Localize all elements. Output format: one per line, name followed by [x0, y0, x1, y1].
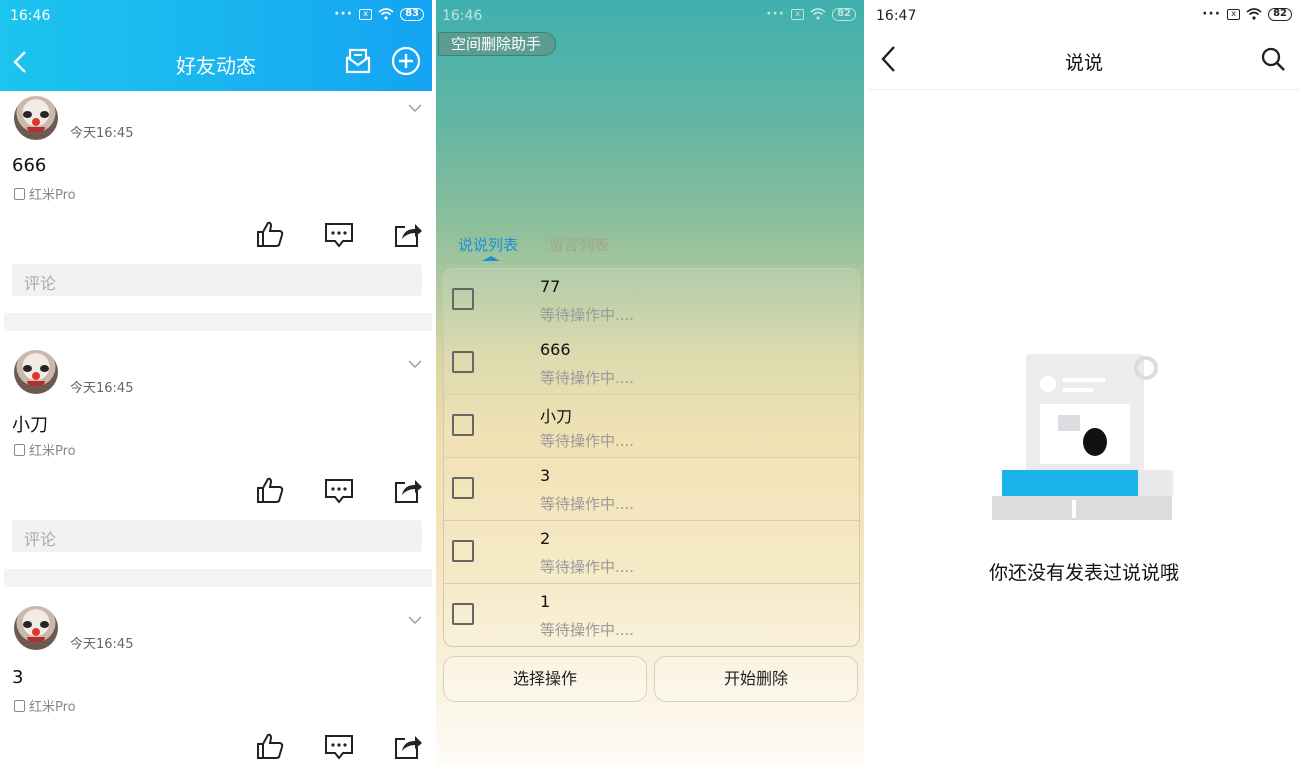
share-icon[interactable] [393, 219, 423, 249]
row-checkbox[interactable] [452, 540, 474, 562]
like-thumb-icon[interactable] [255, 731, 285, 761]
more-dots-icon: ··· [766, 6, 786, 22]
post-text: 3 [12, 667, 24, 688]
more-dots-icon: ··· [334, 6, 354, 22]
wifi-icon [1246, 8, 1262, 20]
item-name: 77 [540, 277, 561, 296]
battery-indicator: 83 [400, 7, 424, 21]
post-device: 红米Pro [14, 184, 76, 203]
list-item[interactable]: 666 等待操作中.... [444, 332, 859, 395]
empty-state-text: 你还没有发表过说说哦 [988, 562, 1179, 584]
app-name-tag: 空间删除助手 [438, 32, 557, 56]
list-item[interactable]: 2 等待操作中.... [444, 521, 859, 584]
sim-icon: x [791, 8, 805, 20]
item-name: 666 [540, 340, 571, 359]
post-text: 666 [12, 155, 47, 176]
item-status: 等待操作中.... [540, 369, 635, 387]
comment-input[interactable]: 评论 [12, 520, 422, 552]
avatar[interactable] [14, 350, 58, 394]
item-name: 1 [540, 592, 551, 611]
battery-indicator: 82 [832, 7, 856, 21]
item-status: 等待操作中.... [540, 306, 635, 324]
chevron-down-icon[interactable] [408, 357, 422, 371]
screenshot-root: 16:46 ··· x 83 好友动态 今天16:45 666 红米Pro 评论… [0, 0, 1300, 766]
comment-bubble-icon[interactable] [324, 219, 354, 249]
post-time: 今天16:45 [70, 637, 134, 652]
row-checkbox[interactable] [452, 603, 474, 625]
item-name: 2 [540, 529, 551, 548]
item-status: 等待操作中.... [540, 495, 635, 513]
status-bar: 16:46 ··· x 83 [0, 0, 432, 30]
tab-message-list[interactable]: 留言列表 [549, 234, 609, 255]
device-label: 红米Pro [29, 700, 76, 715]
status-time: 16:46 [442, 8, 483, 24]
post-time: 今天16:45 [70, 381, 134, 396]
item-status: 等待操作中.... [540, 558, 635, 576]
row-checkbox[interactable] [452, 477, 474, 499]
search-icon[interactable] [1260, 46, 1286, 72]
item-status: 等待操作中.... [540, 432, 635, 450]
post-time: 今天16:45 [70, 126, 134, 141]
post-device: 红米Pro [14, 440, 76, 459]
phone-icon [14, 187, 25, 200]
like-thumb-icon[interactable] [255, 475, 285, 505]
like-thumb-icon[interactable] [255, 219, 285, 249]
avatar[interactable] [14, 96, 58, 140]
list-item[interactable]: 小刀 等待操作中.... [444, 395, 859, 458]
comment-bubble-icon[interactable] [324, 475, 354, 505]
item-status: 等待操作中.... [540, 621, 635, 639]
wifi-icon [378, 8, 394, 20]
page-title: 说说 [1064, 52, 1103, 74]
sim-icon: x [359, 8, 373, 20]
status-bar: 16:47 ··· x 82 [868, 0, 1300, 30]
shuoshuo-screen: 16:47 ··· x 82 说说 你还没有发表过说说哦 [868, 0, 1300, 766]
feed-post: 今天16:45 666 红米Pro 评论 [0, 91, 432, 316]
item-name: 小刀 [540, 407, 573, 426]
feed-header: 16:46 ··· x 83 好友动态 [0, 0, 432, 91]
row-checkbox[interactable] [452, 351, 474, 373]
status-bar: 16:46 ··· x 82 [436, 0, 864, 30]
tab-shuoshuo-list[interactable]: 说说列表 [458, 234, 518, 255]
list-item[interactable]: 77 等待操作中.... [444, 269, 859, 332]
row-checkbox[interactable] [452, 288, 474, 310]
select-action-button[interactable]: 选择操作 [443, 656, 647, 702]
post-text: 小刀 [12, 415, 48, 436]
delete-helper-screen: 16:46 ··· x 82 空间删除助手 说说列表 留言列表 77 等待操作中… [436, 0, 864, 766]
comment-input[interactable]: 评论 [12, 264, 422, 296]
feed-post: 今天16:45 小刀 红米Pro 评论 [0, 347, 432, 572]
sim-icon: x [1227, 8, 1241, 20]
friends-feed-screen: 16:46 ··· x 83 好友动态 今天16:45 666 红米Pro 评论… [0, 0, 432, 766]
chevron-down-icon[interactable] [408, 613, 422, 627]
list-item[interactable]: 1 等待操作中.... [444, 584, 859, 646]
status-time: 16:47 [876, 8, 917, 24]
tab-indicator [482, 256, 500, 261]
status-time: 16:46 [10, 8, 51, 24]
avatar[interactable] [14, 606, 58, 650]
empty-state-illustration [992, 354, 1174, 520]
wifi-icon [810, 8, 826, 20]
post-separator [4, 313, 432, 331]
item-name: 3 [540, 466, 551, 485]
device-label: 红米Pro [29, 188, 76, 203]
share-icon[interactable] [393, 475, 423, 505]
start-delete-button[interactable]: 开始删除 [654, 656, 858, 702]
row-checkbox[interactable] [452, 414, 474, 436]
chevron-down-icon[interactable] [408, 101, 422, 115]
list-item[interactable]: 3 等待操作中.... [444, 458, 859, 521]
post-device: 红米Pro [14, 696, 76, 715]
comment-bubble-icon[interactable] [324, 731, 354, 761]
post-separator [4, 569, 432, 587]
add-circle-icon[interactable] [390, 45, 422, 77]
more-dots-icon: ··· [1202, 6, 1222, 22]
shuoshuo-list: 77 等待操作中.... 666 等待操作中.... 小刀 等待操作中.... … [443, 268, 860, 647]
battery-indicator: 82 [1268, 7, 1292, 21]
message-box-icon[interactable] [342, 45, 374, 77]
share-icon[interactable] [393, 731, 423, 761]
device-label: 红米Pro [29, 444, 76, 459]
shuoshuo-header: 说说 [868, 30, 1300, 90]
feed-post: 今天16:45 3 红米Pro [0, 603, 432, 766]
phone-icon [14, 443, 25, 456]
phone-icon [14, 699, 25, 712]
